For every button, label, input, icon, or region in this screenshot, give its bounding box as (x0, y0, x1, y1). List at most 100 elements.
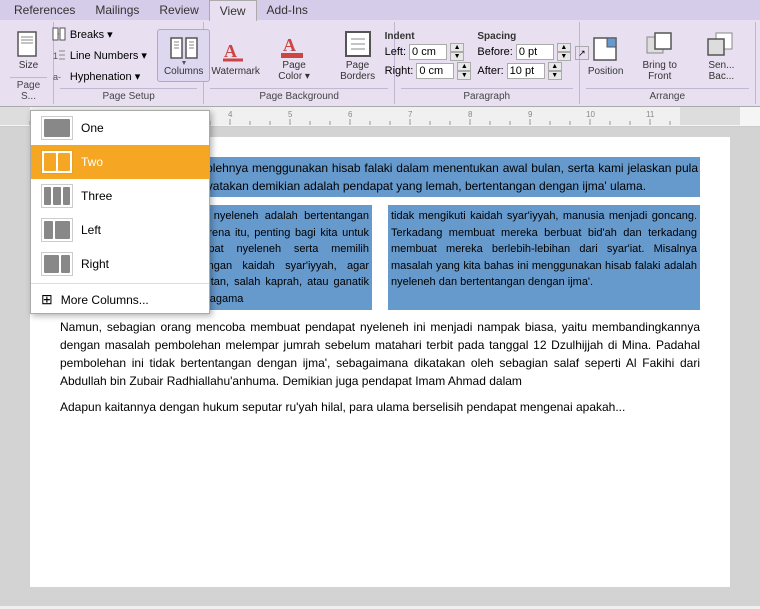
size-label: Size (19, 60, 38, 71)
hyphenation-button[interactable]: a- Hyphenation ▾ (47, 66, 151, 86)
paragraph-label: Paragraph (401, 88, 573, 102)
svg-text:5: 5 (288, 110, 293, 119)
breaks-icon (51, 26, 67, 42)
group-arrange: Position Bring to Front (580, 22, 757, 104)
ribbon: References Mailings Review View Add-Ins … (0, 0, 760, 107)
watermark-label: Watermark (211, 66, 260, 77)
right-col-preview (41, 252, 73, 276)
page-setup-label: Page Setup (60, 88, 197, 102)
menu-item-right[interactable]: Right (31, 247, 209, 281)
send-to-back-label: Sen... Bac... (700, 60, 743, 82)
right-input[interactable] (416, 63, 454, 79)
paragraph-main: Namun, sebagian orang mencoba membuat pe… (60, 318, 700, 390)
svg-text:A: A (283, 35, 296, 55)
left-down-arrow[interactable]: ▼ (450, 52, 464, 61)
line-numbers-icon: 1 (51, 47, 67, 63)
after-down-arrow[interactable]: ▼ (548, 71, 562, 80)
send-to-back-icon (705, 28, 737, 60)
tab-view[interactable]: View (209, 0, 257, 21)
one-col-preview (41, 116, 73, 140)
before-down-arrow[interactable]: ▼ (557, 52, 571, 61)
columns-button[interactable]: Columns (157, 29, 210, 82)
send-to-back-button[interactable]: Sen... Bac... (694, 24, 749, 86)
left-col-preview (41, 218, 73, 242)
spacing-label: Spacing (477, 31, 570, 42)
breaks-button[interactable]: Breaks ▾ (47, 24, 151, 44)
position-icon (590, 34, 622, 66)
three-col-preview (41, 184, 73, 208)
page-color-label: Page Color ▾ (271, 60, 317, 82)
before-spinner[interactable]: ▲ ▼ (557, 43, 571, 61)
menu-item-two[interactable]: Two (31, 145, 209, 179)
menu-divider (31, 283, 209, 284)
menu-item-two-label: Two (81, 155, 103, 169)
group-columns: Breaks ▾ 1 Line Numbers ▾ a- Hyphenation… (54, 22, 204, 104)
after-spinner[interactable]: ▲ ▼ (548, 62, 562, 80)
left-input[interactable] (409, 44, 447, 60)
menu-item-left[interactable]: Left (31, 213, 209, 247)
size-button[interactable]: Size (6, 24, 50, 75)
after-up-arrow[interactable]: ▲ (548, 62, 562, 71)
before-up-arrow[interactable]: ▲ (557, 43, 571, 52)
svg-text:1: 1 (53, 51, 58, 61)
position-button[interactable]: Position (586, 30, 626, 81)
tab-references[interactable]: References (4, 0, 85, 20)
paragraph-footer: Adapun kaitannya dengan hukum seputar ru… (60, 398, 700, 416)
watermark-button[interactable]: A Watermark (210, 30, 261, 81)
more-columns-label: More Columns... (61, 293, 149, 307)
left-up-arrow[interactable]: ▲ (450, 43, 464, 52)
svg-text:9: 9 (528, 110, 533, 119)
svg-text:8: 8 (468, 110, 473, 119)
columns-items: Breaks ▾ 1 Line Numbers ▾ a- Hyphenation… (47, 24, 211, 86)
after-input[interactable] (507, 63, 545, 79)
menu-item-three[interactable]: Three (31, 179, 209, 213)
position-label: Position (588, 66, 624, 77)
right-spinner[interactable]: ▲ ▼ (457, 62, 471, 80)
svg-text:11: 11 (646, 110, 655, 119)
line-numbers-button[interactable]: 1 Line Numbers ▾ (47, 45, 151, 65)
menu-item-left-label: Left (81, 223, 101, 237)
menu-item-one[interactable]: One (31, 111, 209, 145)
right-up-arrow[interactable]: ▲ (457, 62, 471, 71)
paragraph-items: Indent Left: ▲ ▼ Right: (385, 24, 589, 86)
left-spinner[interactable]: ▲ ▼ (450, 43, 464, 61)
arrange-label: Arrange (586, 88, 750, 102)
page-color-button[interactable]: A Page Color ▾ (265, 24, 323, 86)
size-icon (12, 28, 44, 60)
group-paragraph: Indent Left: ▲ ▼ Right: (395, 22, 580, 104)
two-col-preview (41, 150, 73, 174)
bring-to-front-label: Bring to Front (636, 60, 684, 82)
col2-content: tidak mengikuti kaidah syar'iyyah, manus… (391, 210, 697, 288)
menu-item-right-label: Right (81, 257, 109, 271)
columns-dropdown: One Two Three Left Right (30, 110, 210, 314)
tab-mailings[interactable]: Mailings (85, 0, 149, 20)
watermark-icon: A (220, 34, 252, 66)
page-borders-label: Page Borders (333, 60, 382, 82)
spacing-col: Spacing Before: ▲ ▼ After: (477, 31, 570, 80)
para-main-text: Namun, sebagian orang mencoba membuat pe… (60, 320, 700, 388)
page-borders-button[interactable]: Page Borders (327, 24, 388, 86)
page-bg-items: A Watermark A Page Color ▾ (210, 24, 388, 86)
bring-to-front-button[interactable]: Bring to Front (630, 24, 690, 86)
tab-addins[interactable]: Add-Ins (257, 0, 318, 20)
arrange-items: Position Bring to Front (586, 24, 750, 86)
line-numbers-label: Line Numbers ▾ (70, 49, 147, 62)
menu-item-more-columns[interactable]: ⊞ More Columns... (31, 286, 209, 313)
menu-item-one-label: One (81, 121, 104, 135)
right-row: Right: ▲ ▼ (385, 62, 472, 80)
ribbon-tab-bar: References Mailings Review View Add-Ins (0, 0, 760, 20)
before-input[interactable] (516, 44, 554, 60)
svg-text:6: 6 (348, 110, 353, 119)
tab-review[interactable]: Review (149, 0, 208, 20)
after-label: After: (477, 65, 503, 77)
right-label: Right: (385, 65, 414, 77)
before-label: Before: (477, 46, 512, 58)
indent-label: Indent (385, 31, 472, 42)
svg-text:A: A (224, 41, 237, 61)
ribbon-content: Size Page S... Breaks ▾ (0, 20, 760, 106)
right-down-arrow[interactable]: ▼ (457, 71, 471, 80)
menu-item-three-label: Three (81, 189, 112, 203)
hyphenation-icon: a- (51, 68, 67, 84)
indent-col: Indent Left: ▲ ▼ Right: (385, 31, 472, 80)
size-items: Size (6, 24, 50, 75)
